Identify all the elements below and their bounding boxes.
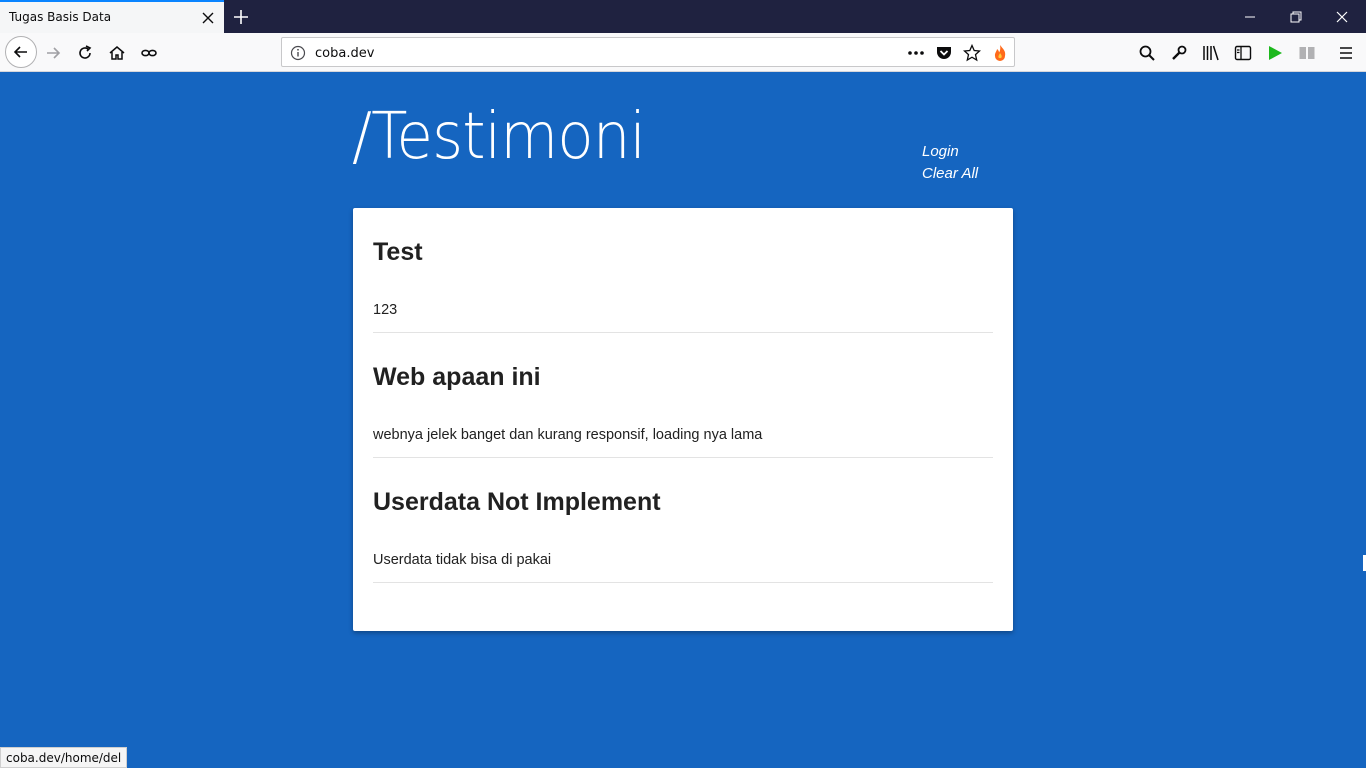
- reader-extension-button[interactable]: [1293, 39, 1321, 67]
- developer-tools-button[interactable]: [1165, 39, 1193, 67]
- pocket-icon[interactable]: [934, 43, 954, 63]
- testimonial-title: Test: [373, 238, 423, 266]
- forward-button[interactable]: [39, 39, 67, 67]
- browser-tab[interactable]: Tugas Basis Data: [0, 0, 224, 33]
- testimonial-title: Userdata Not Implement: [373, 488, 661, 516]
- testimonial-item: Web apaan ini webnya jelek banget dan ku…: [373, 333, 993, 458]
- wrench-icon: [1172, 45, 1187, 60]
- home-icon: [109, 46, 125, 60]
- search-button[interactable]: [1133, 39, 1161, 67]
- tab-title: Tugas Basis Data: [9, 10, 112, 24]
- page-actions-icon[interactable]: [906, 43, 926, 63]
- private-mask-button[interactable]: [135, 39, 163, 67]
- hamburger-menu-icon: [1340, 47, 1352, 59]
- sidebar-button[interactable]: [1229, 39, 1257, 67]
- bookmark-star-icon[interactable]: [962, 43, 982, 63]
- forward-arrow-icon: [47, 47, 61, 59]
- testimonial-body: 123: [373, 302, 398, 318]
- back-arrow-icon: [13, 46, 27, 58]
- info-icon[interactable]: [288, 43, 308, 63]
- back-button[interactable]: [5, 36, 37, 68]
- browser-toolbar: coba.dev: [0, 33, 1366, 72]
- testimonial-item: Userdata Not Implement Userdata tidak bi…: [373, 458, 993, 583]
- minimize-icon[interactable]: [1237, 4, 1263, 30]
- menu-button[interactable]: [1332, 39, 1360, 67]
- library-icon: [1203, 45, 1219, 61]
- restore-icon[interactable]: [1283, 4, 1309, 30]
- link-status-bar: coba.dev/home/del: [0, 747, 128, 768]
- home-button[interactable]: [103, 39, 131, 67]
- close-window-icon[interactable]: [1329, 4, 1355, 30]
- testimonial-body: webnya jelek banget dan kurang responsif…: [373, 427, 763, 443]
- library-button[interactable]: [1197, 39, 1225, 67]
- testimonial-card: Test 123 Web apaan ini webnya jelek bang…: [353, 208, 1013, 631]
- tab-close-icon[interactable]: [198, 8, 218, 28]
- clear-all-link[interactable]: Clear All: [922, 165, 978, 182]
- testimonial-body: Userdata tidak bisa di pakai: [373, 552, 552, 568]
- address-bar[interactable]: coba.dev: [281, 37, 1015, 67]
- login-link[interactable]: Login: [922, 143, 959, 160]
- flame-icon[interactable]: [990, 43, 1010, 63]
- new-tab-icon[interactable]: [229, 5, 253, 29]
- reload-icon: [79, 45, 92, 59]
- play-extension-button[interactable]: [1261, 39, 1289, 67]
- testimonial-item: Test 123: [373, 208, 993, 333]
- browser-titlebar: Tugas Basis Data: [0, 0, 1366, 33]
- page-title: /Testimoni: [352, 100, 646, 174]
- reload-button[interactable]: [71, 39, 99, 67]
- url-text[interactable]: coba.dev: [315, 46, 374, 61]
- mask-icon: [141, 49, 157, 57]
- sidebar-icon: [1234, 45, 1252, 61]
- testimonial-title: Web apaan ini: [373, 363, 541, 391]
- play-icon: [1269, 46, 1282, 60]
- book-icon: [1299, 47, 1315, 59]
- search-icon: [1139, 45, 1155, 61]
